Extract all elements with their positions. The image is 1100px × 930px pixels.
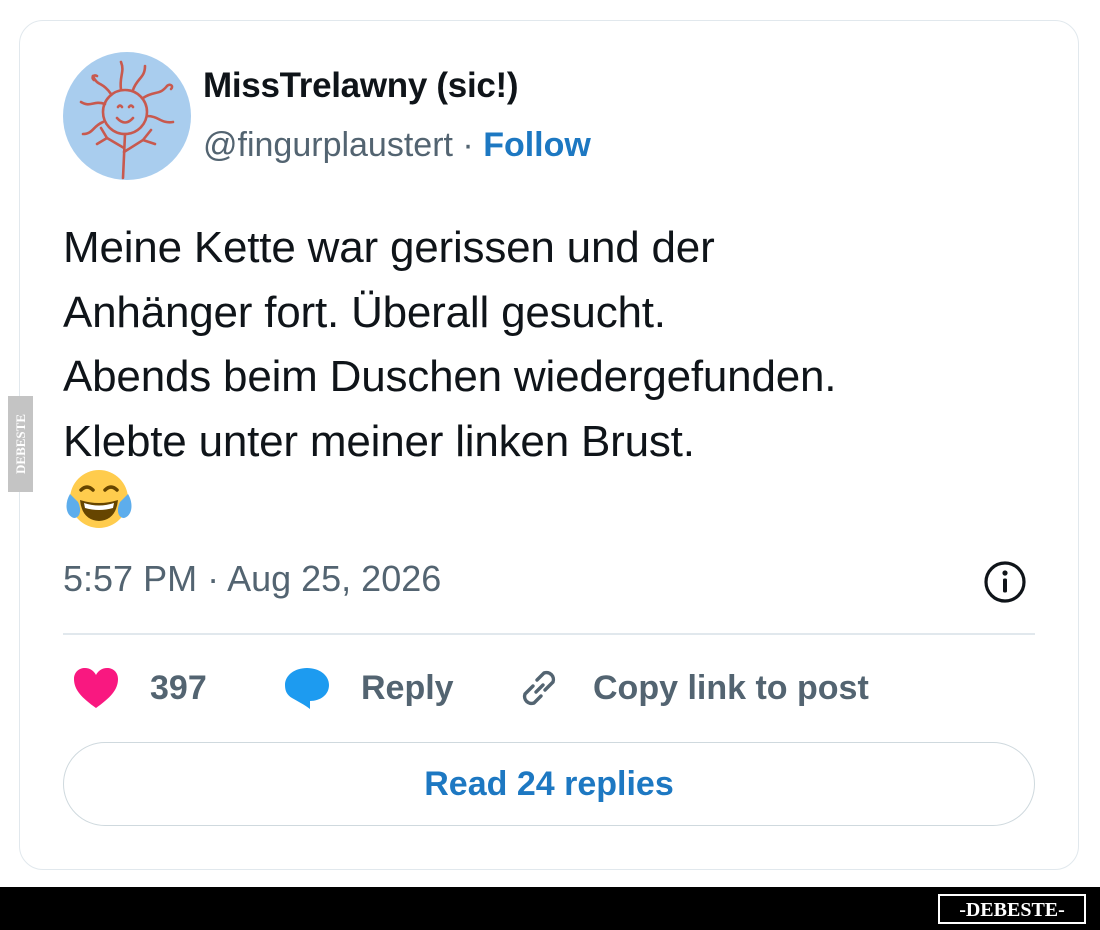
info-icon[interactable] <box>982 559 1028 605</box>
tweet-text: Meine Kette war gerissen und der Anhänge… <box>63 216 1043 474</box>
like-count: 397 <box>150 668 207 707</box>
author-handle[interactable]: @fingurplaustert <box>203 126 453 164</box>
tweet-text-line: Abends beim Duschen wiedergefunden. <box>63 352 837 401</box>
speech-bubble-icon <box>285 668 329 709</box>
tweet-text-line: Meine Kette war gerissen und der <box>63 223 715 272</box>
copy-link-button[interactable]: Copy link to post <box>513 660 869 716</box>
action-bar: 397 Reply Copy link to post <box>0 660 1100 720</box>
side-watermark: DEBESTE <box>8 396 33 492</box>
tweet-timestamp[interactable]: 5:57 PM · Aug 25, 2026 <box>63 558 441 600</box>
avatar[interactable] <box>63 52 191 180</box>
handle-separator: · <box>452 126 484 164</box>
reply-label: Reply <box>361 668 454 707</box>
handle-row: @fingurplaustert · Follow <box>203 126 591 165</box>
tweet-text-line: Klebte unter meiner linken Brust. <box>63 416 695 466</box>
follow-link[interactable]: Follow <box>483 126 591 164</box>
side-watermark-text: DEBESTE <box>13 414 28 474</box>
tears-of-joy-emoji-icon <box>66 466 132 532</box>
tweet-text-line: Anhänger fort. Überall gesucht. <box>63 287 666 337</box>
debeste-logo: -DEBESTE- <box>938 894 1086 924</box>
sun-doodle-icon <box>79 60 175 180</box>
link-icon <box>522 670 556 706</box>
footer-bar <box>0 887 1100 930</box>
reply-button[interactable]: Reply <box>283 660 454 716</box>
divider <box>63 633 1035 635</box>
read-replies-button[interactable]: Read 24 replies <box>63 742 1035 826</box>
copy-link-label: Copy link to post <box>593 668 869 707</box>
like-button[interactable]: 397 <box>72 660 207 716</box>
debeste-logo-text: -DEBESTE- <box>959 899 1065 921</box>
heart-icon <box>74 668 118 708</box>
author-name[interactable]: MissTrelawny (sic!) <box>203 66 519 106</box>
